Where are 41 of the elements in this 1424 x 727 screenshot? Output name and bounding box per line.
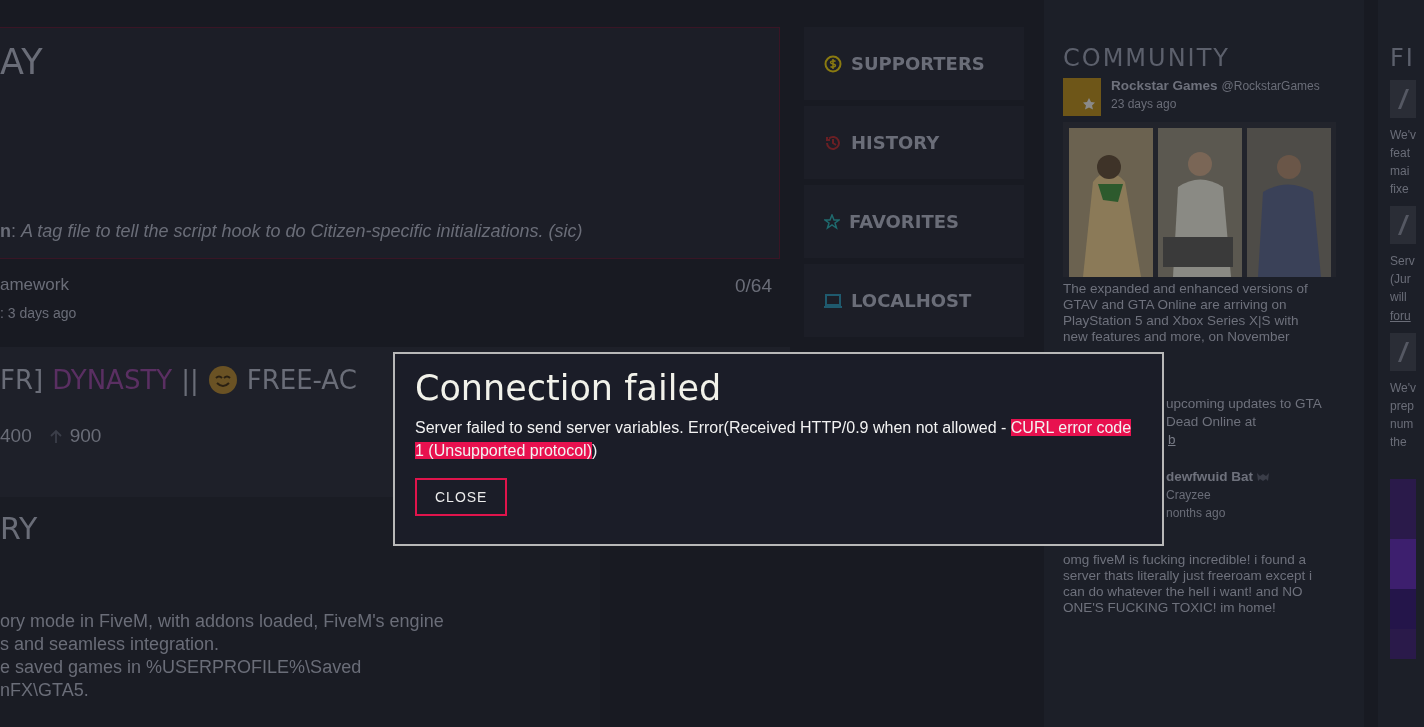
side-text: feat (1390, 145, 1410, 162)
side-text: mai (1390, 163, 1410, 180)
side-text: the (1390, 434, 1407, 451)
featured-title: AY (0, 42, 43, 82)
side-text: prep (1390, 398, 1415, 415)
post-body: omg fiveM is fucking incredible! i found a server thats literally just freeroam except i can do whatever the hell i want! and NO ONE'S FUCKING TOXIC! im home! (1063, 552, 1314, 616)
post-time: nonths ago (1166, 506, 1227, 520)
resource-name: amework (0, 275, 70, 295)
community-title: COMMUNITY (1063, 44, 1231, 72)
post-time: 23 days ago (1111, 97, 1178, 111)
side-text: fixe (1390, 181, 1409, 198)
side-text: (Jur (1390, 271, 1411, 288)
resource-count: 0/64 (735, 275, 772, 297)
side-text: num (1390, 416, 1414, 433)
server-name: DYNASTY (52, 365, 173, 395)
server-tag: FR] (0, 365, 44, 395)
dialog-message: Server failed to send server variables. Error(Received HTTP/0.9 when not allowed - CURL error code 1 (Unsupported protocol)) (415, 418, 1133, 461)
story-title: RY (0, 511, 38, 546)
side-text: will (1390, 289, 1407, 306)
side-title: FI (1390, 44, 1415, 72)
server-name-suffix: FREE-AC (246, 365, 357, 395)
post-body: upcoming updates to GTA (1166, 395, 1322, 413)
upvote-count: 900 (69, 425, 102, 447)
nav-label: SUPPORTERS (851, 53, 985, 74)
resource-updated: : 3 days ago (0, 305, 77, 321)
side-text: We'v (1390, 127, 1417, 144)
nav-label: LOCALHOST (851, 290, 972, 311)
featured-description: n: A tag file to tell the script hook to do Citizen-specific initializations. (sic) (0, 221, 584, 242)
story-text: ory mode in FiveM, with addons loaded, FiveM's engine (0, 610, 444, 633)
story-text: s and seamless integration. (0, 633, 220, 656)
side-text: Serv (1390, 253, 1415, 270)
nav-label: FAVORITES (849, 211, 959, 232)
story-text: nFX\GTA5. (0, 679, 89, 702)
side-text: We'v (1390, 380, 1417, 397)
dialog-title: Connection failed (415, 368, 722, 408)
post-body: The expanded and enhanced versions of GTAV and GTA Online are arriving on PlayStation 5 and Xbox Series X|S with new features and more, on November (1063, 281, 1309, 345)
post-body: Dead Online at (1166, 413, 1257, 431)
nav-label: HISTORY (851, 132, 940, 153)
separator-text: || (181, 365, 199, 395)
story-text: e saved games in %USERPROFILE%\Saved (0, 656, 362, 679)
player-count: 400 (0, 425, 32, 447)
